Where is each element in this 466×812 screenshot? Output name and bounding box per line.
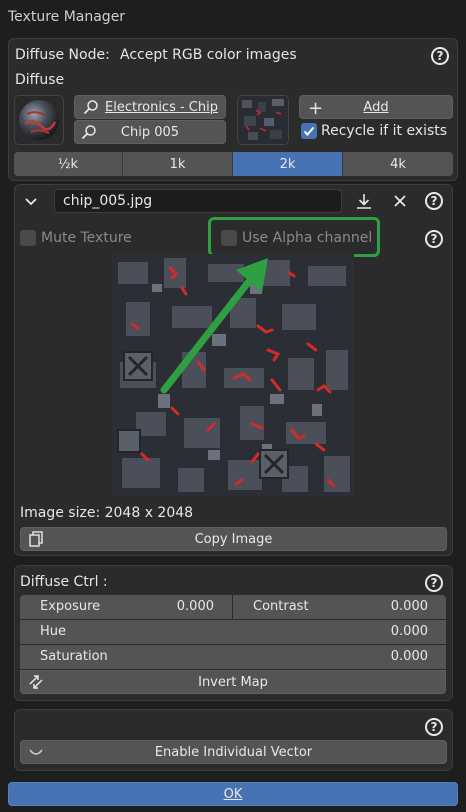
material-preview-thumbnail[interactable] xyxy=(14,95,64,145)
ok-label: OK xyxy=(223,786,243,802)
copy-image-label: Copy Image xyxy=(194,531,273,547)
use-alpha-label[interactable]: Use Alpha channel xyxy=(242,230,372,246)
exposure-value: 0.000 xyxy=(176,599,214,614)
invert-map-button[interactable]: Invert Map xyxy=(20,670,446,694)
help-icon[interactable]: ? xyxy=(431,47,449,65)
checkmark-icon xyxy=(303,126,315,136)
variant-search-label: Chip 005 xyxy=(120,124,180,140)
close-icon[interactable] xyxy=(391,192,409,210)
search-icon xyxy=(79,99,103,115)
swap-icon xyxy=(27,673,45,691)
contrast-label: Contrast xyxy=(253,599,309,614)
diffuse-section-label: Diffuse xyxy=(15,72,65,88)
ok-button[interactable]: OK xyxy=(8,782,458,806)
plus-icon: + xyxy=(308,98,324,119)
diffuse-node-description: Accept RGB color images xyxy=(120,47,297,63)
texture-filename-field[interactable]: chip_005.jpg xyxy=(54,189,342,213)
resolution-option-1k[interactable]: 1k xyxy=(123,152,233,176)
saturation-label: Saturation xyxy=(40,649,108,664)
help-icon[interactable]: ? xyxy=(425,718,443,736)
image-size-label: Image size: 2048 x 2048 xyxy=(20,505,194,521)
saturation-field[interactable]: Saturation 0.000 xyxy=(20,645,446,669)
enable-individual-vector-label: Enable Individual Vector xyxy=(154,744,313,760)
chevron-down-icon[interactable] xyxy=(22,193,40,211)
resolution-option-4k[interactable]: 4k xyxy=(343,152,453,176)
use-alpha-checkbox[interactable] xyxy=(221,230,237,246)
texture-thumbnail[interactable] xyxy=(237,95,289,145)
hue-label: Hue xyxy=(40,624,67,639)
resolution-option-2k[interactable]: 2k xyxy=(233,152,343,176)
contrast-value: 0.000 xyxy=(390,599,428,614)
texture-preview-image xyxy=(112,254,354,496)
toggle-icon xyxy=(27,743,45,761)
exposure-label: Exposure xyxy=(40,599,101,614)
contrast-field[interactable]: Contrast 0.000 xyxy=(233,595,446,619)
copy-icon xyxy=(27,530,45,548)
material-sphere-image xyxy=(19,100,59,140)
diffuse-ctrl-title: Diffuse Ctrl : xyxy=(20,574,108,590)
material-search-label: Electronics - Chip xyxy=(105,99,218,115)
exposure-field[interactable]: Exposure 0.000 xyxy=(20,595,232,619)
recycle-checkbox[interactable] xyxy=(301,123,317,139)
help-icon[interactable]: ? xyxy=(425,574,443,592)
invert-map-label: Invert Map xyxy=(198,674,268,690)
help-icon[interactable]: ? xyxy=(425,192,443,210)
copy-image-button[interactable]: Copy Image xyxy=(20,527,447,551)
hue-value: 0.000 xyxy=(390,624,428,639)
texture-thumbnail-image xyxy=(238,96,288,144)
enable-individual-vector-button[interactable]: Enable Individual Vector xyxy=(20,740,447,764)
saturation-value: 0.000 xyxy=(390,649,428,664)
variant-search-button[interactable]: Chip 005 xyxy=(74,120,226,144)
help-icon[interactable]: ? xyxy=(425,230,443,248)
material-search-button[interactable]: Electronics - Chip xyxy=(74,95,226,119)
resolution-option-half-k[interactable]: ½k xyxy=(14,152,123,176)
recycle-label[interactable]: Recycle if it exists xyxy=(321,123,447,139)
add-label: Add xyxy=(363,99,389,115)
search-icon xyxy=(81,124,97,140)
window-title: Texture Manager xyxy=(8,9,126,25)
add-button[interactable]: + Add xyxy=(299,95,453,119)
download-icon[interactable] xyxy=(354,191,374,211)
mute-texture-label[interactable]: Mute Texture xyxy=(41,230,132,246)
mute-texture-checkbox[interactable] xyxy=(20,230,36,246)
hue-field[interactable]: Hue 0.000 xyxy=(20,620,446,644)
diffuse-node-label: Diffuse Node: xyxy=(15,47,110,63)
